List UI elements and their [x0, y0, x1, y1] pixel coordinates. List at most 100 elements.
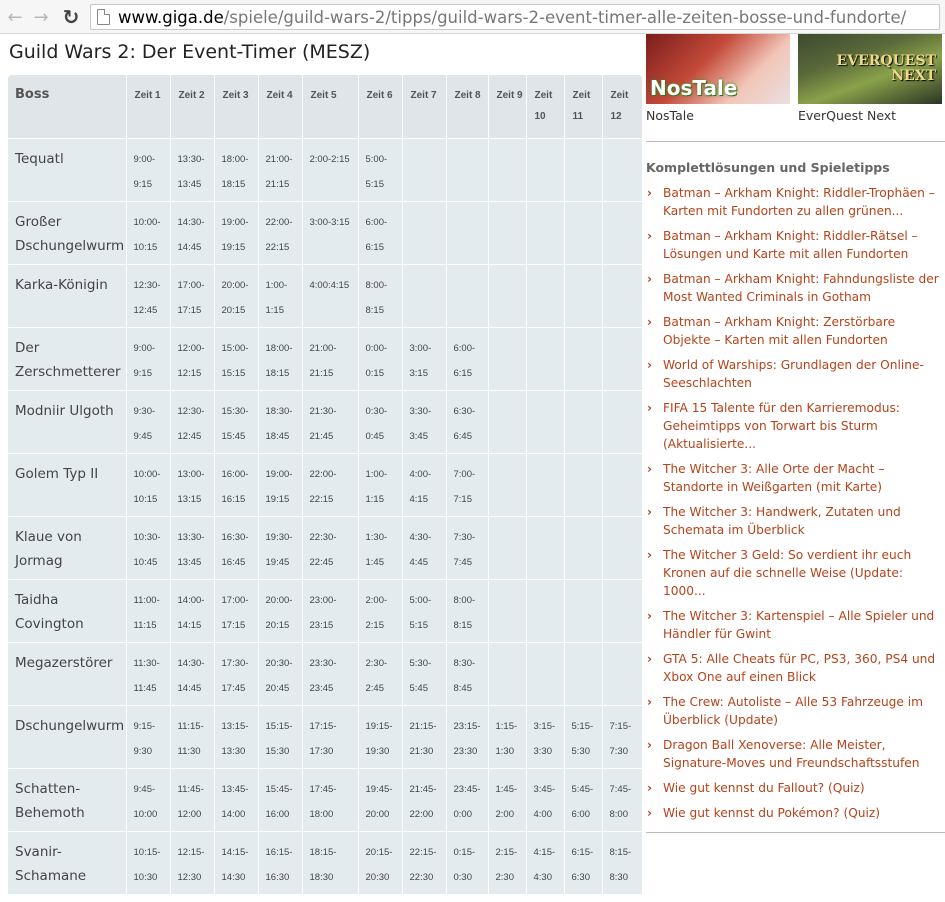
thumb-caption[interactable]: NosTale: [646, 108, 790, 123]
thumb-caption[interactable]: EverQuest Next: [798, 108, 942, 123]
table-header-row: Boss Zeit 1 Zeit 2 Zeit 3 Zeit 4 Zeit 5 Zeit 6…: [8, 75, 642, 139]
time-cell: 14:30-14:45: [170, 201, 215, 265]
boss-name-link[interactable]: Großer Dschungelwurm: [8, 201, 127, 265]
time-cell: 0:30-0:45: [358, 390, 403, 454]
time-cell: [488, 579, 527, 643]
time-cell: 3:30-3:45: [402, 390, 447, 454]
tips-link-text[interactable]: GTA 5: Alle Cheats für PC, PS3, 360, PS4…: [663, 652, 935, 684]
time-cell: 6:30-6:45: [446, 390, 489, 454]
tips-link[interactable]: › Batman – Arkham Knight: Riddler-Rätsel …: [646, 227, 945, 263]
boss-name-link[interactable]: Tequatl: [8, 138, 127, 202]
table-row: Golem Typ II 10:00-10:15 13:00-13:15 16:00-…: [8, 453, 642, 517]
tips-link-text[interactable]: Batman – Arkham Knight: Fahndungsliste d…: [663, 272, 939, 304]
time-cell: 13:45-14:00: [214, 768, 259, 832]
tips-link[interactable]: › The Witcher 3: Alle Orte der Macht – St…: [646, 460, 945, 496]
tips-link[interactable]: › Wie gut kennst du Fallout? (Quiz): [646, 779, 945, 797]
tips-link-text[interactable]: The Witcher 3: Alle Orte der Macht – Sta…: [663, 462, 885, 494]
time-cell: [488, 201, 527, 265]
tips-link[interactable]: › Wie gut kennst du Pokémon? (Quiz): [646, 804, 945, 822]
tips-link[interactable]: › GTA 5: Alle Cheats für PC, PS3, 360, PS…: [646, 650, 945, 686]
tips-link-text[interactable]: Dragon Ball Xenoverse: Alle Meister, Sig…: [663, 738, 920, 770]
address-bar[interactable]: www.giga.de/spiele/guild-wars-2/tipps/gu…: [90, 4, 940, 30]
time-cell: 21:45-22:00: [402, 768, 447, 832]
time-cell: [602, 327, 642, 391]
tips-link-text[interactable]: Batman – Arkham Knight: Riddler-Rätsel –…: [663, 229, 918, 261]
time-cell: 14:30-14:45: [170, 642, 215, 706]
time-cell: 1:30-1:45: [358, 516, 403, 580]
time-cell: 15:00-15:15: [214, 327, 259, 391]
tips-link[interactable]: › The Witcher 3 Geld: So verdient ihr euc…: [646, 546, 945, 600]
time-cell: 7:15-7:30: [602, 705, 642, 769]
time-cell: 10:15-10:30: [126, 831, 171, 895]
column-header-time: Zeit 4: [258, 75, 303, 139]
column-header-time: Zeit 5: [302, 75, 359, 139]
time-cell: 4:15-4:30: [526, 831, 565, 895]
thumb-everquest[interactable]: EVERQUEST NEXT EverQuest Next: [798, 34, 942, 123]
time-cell: [526, 201, 565, 265]
tips-link[interactable]: › Batman – Arkham Knight: Zerstörbare Obj…: [646, 313, 945, 349]
tips-link[interactable]: › The Crew: Autoliste – Alle 53 Fahrzeuge…: [646, 693, 945, 729]
time-cell: [526, 327, 565, 391]
chevron-right-icon: ›: [647, 358, 653, 372]
time-cell: 5:45-6:00: [564, 768, 603, 832]
time-cell: 2:00-2:15: [302, 138, 359, 202]
back-arrow-icon[interactable]: ←: [4, 6, 26, 28]
time-cell: 8:30-8:45: [446, 642, 489, 706]
tips-link[interactable]: › The Witcher 3: Handwerk, Zutaten und Sc…: [646, 503, 945, 539]
time-cell: 23:00-23:15: [302, 579, 359, 643]
sidebar-heading: Komplettlösungen und Spieletipps: [646, 160, 890, 175]
boss-name-link[interactable]: Klaue von Jormag: [8, 516, 127, 580]
time-cell: 17:45-18:00: [302, 768, 359, 832]
tips-link-text[interactable]: FIFA 15 Talente für den Karrieremodus: G…: [663, 401, 900, 451]
boss-name-link[interactable]: Taidha Covington: [8, 579, 127, 643]
url-text[interactable]: www.giga.de/spiele/guild-wars-2/tipps/gu…: [118, 8, 906, 27]
nostale-image[interactable]: NosTale: [646, 34, 790, 104]
nostale-logo: NosTale: [650, 76, 738, 100]
tips-link[interactable]: › World of Warships: Grundlagen der Onlin…: [646, 356, 945, 392]
time-cell: [526, 579, 565, 643]
thumb-nostale[interactable]: NosTale NosTale: [646, 34, 790, 123]
everquest-image[interactable]: EVERQUEST NEXT: [798, 34, 942, 104]
tips-link[interactable]: › FIFA 15 Talente für den Karrieremodus: …: [646, 399, 945, 453]
boss-name-link[interactable]: Svanir-Schamane: [8, 831, 127, 895]
tips-link[interactable]: › Batman – Arkham Knight: Riddler-Trophäe…: [646, 184, 945, 220]
column-header-time: Zeit 6: [358, 75, 403, 139]
time-cell: 8:15-8:30: [602, 831, 642, 895]
time-cell: 15:15-15:30: [258, 705, 303, 769]
tips-link-text[interactable]: Wie gut kennst du Fallout? (Quiz): [663, 781, 865, 795]
boss-name-link[interactable]: Karka-Königin: [8, 264, 127, 328]
table-row: Der Zerschmetterer 9:00-9:15 12:00-12:15 15…: [8, 327, 642, 391]
tips-link-text[interactable]: The Crew: Autoliste – Alle 53 Fahrzeuge …: [663, 695, 923, 727]
time-cell: 5:30-5:45: [402, 642, 447, 706]
event-timer-table: Boss Zeit 1 Zeit 2 Zeit 3 Zeit 4 Zeit 5 Zeit 6…: [8, 75, 642, 895]
tips-link-text[interactable]: The Witcher 3 Geld: So verdient ihr euch…: [663, 548, 911, 598]
tips-link[interactable]: › Batman – Arkham Knight: Fahndungsliste …: [646, 270, 945, 306]
boss-name-link[interactable]: Megazerstörer: [8, 642, 127, 706]
boss-name-link[interactable]: Schatten-Behemoth: [8, 768, 127, 832]
everquest-logo: EVERQUEST NEXT: [836, 53, 936, 84]
time-cell: 13:00-13:15: [170, 453, 215, 517]
tips-link[interactable]: › Dragon Ball Xenoverse: Alle Meister, Si…: [646, 736, 945, 772]
time-cell: 21:00-21:15: [258, 138, 303, 202]
boss-name-link[interactable]: Der Zerschmetterer: [8, 327, 127, 391]
tips-link-text[interactable]: Batman – Arkham Knight: Zerstörbare Obje…: [663, 315, 895, 347]
boss-name-link[interactable]: Golem Typ II: [8, 453, 127, 517]
tips-link-text[interactable]: The Witcher 3: Handwerk, Zutaten und Sch…: [663, 505, 901, 537]
reload-icon[interactable]: ↻: [60, 5, 82, 29]
forward-arrow-icon[interactable]: →: [30, 6, 52, 28]
tips-link-text[interactable]: World of Warships: Grundlagen der Online…: [663, 358, 924, 390]
boss-name-link[interactable]: Dschungelwurm: [8, 705, 127, 769]
time-cell: [564, 516, 603, 580]
tips-link[interactable]: › The Witcher 3: Kartenspiel – Alle Spiel…: [646, 607, 945, 643]
tips-link-text[interactable]: Batman – Arkham Knight: Riddler-Trophäen…: [663, 186, 935, 218]
tips-link-text[interactable]: Wie gut kennst du Pokémon? (Quiz): [663, 806, 880, 820]
time-cell: 18:30-18:45: [258, 390, 303, 454]
column-header-time: Zeit 1: [126, 75, 171, 139]
time-cell: [488, 138, 527, 202]
boss-name-link[interactable]: Modniir Ulgoth: [8, 390, 127, 454]
chevron-right-icon: ›: [647, 462, 653, 476]
time-cell: 23:30-23:45: [302, 642, 359, 706]
table-row: Karka-Königin 12:30-12:45 17:00-17:15 20:00…: [8, 264, 642, 328]
tips-link-text[interactable]: The Witcher 3: Kartenspiel – Alle Spiele…: [663, 609, 934, 641]
time-cell: 23:15-23:30: [446, 705, 489, 769]
